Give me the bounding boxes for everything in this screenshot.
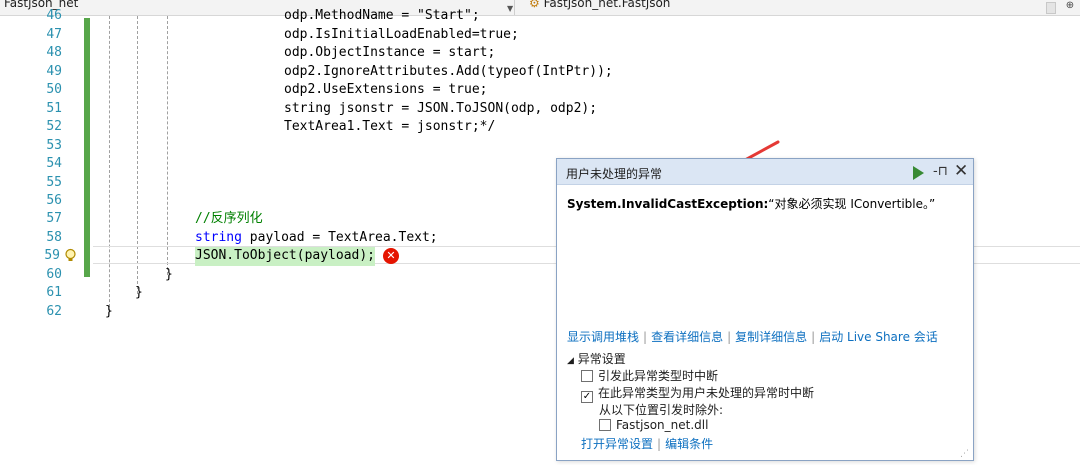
code-line: 49 odp2.IgnoreAttributes.Add(typeof(IntP… bbox=[0, 63, 1080, 82]
resize-grip-icon[interactable]: ⋰ bbox=[960, 449, 969, 459]
line-number: 54 bbox=[46, 156, 62, 171]
exception-type: System.InvalidCastException: bbox=[567, 197, 769, 211]
continue-play-icon[interactable] bbox=[913, 166, 924, 180]
code-line: 51 string jsonstr = JSON.ToJSON(odp, odp… bbox=[0, 100, 1080, 119]
line-number: 55 bbox=[46, 175, 62, 190]
exception-message: System.InvalidCastException:“对象必须实现 ICon… bbox=[567, 195, 935, 212]
settings-header-label: 异常设置 bbox=[577, 352, 626, 366]
break-when-thrown-option[interactable]: 引发此异常类型时中断 bbox=[581, 367, 718, 384]
line-number: 58 bbox=[46, 230, 62, 245]
lightbulb-icon[interactable] bbox=[63, 248, 78, 263]
keyword-string: string bbox=[195, 230, 242, 245]
current-statement: JSON.ToObject(payload); bbox=[195, 247, 376, 266]
popup-header: 用户未处理的异常 -⊓ ✕ bbox=[557, 159, 973, 185]
collapse-triangle-icon[interactable]: ◢ bbox=[567, 356, 574, 366]
code-line: 47 odp.IsInitialLoadEnabled=true; bbox=[0, 26, 1080, 45]
open-exception-settings-link[interactable]: 打开异常设置 bbox=[581, 437, 653, 451]
line-number: 49 bbox=[46, 64, 62, 79]
break-unhandled-label: 在此异常类型为用户未处理的异常时中断 bbox=[598, 386, 815, 400]
code-line: 50 odp2.UseExtensions = true; bbox=[0, 81, 1080, 100]
view-details-link[interactable]: 查看详细信息 bbox=[651, 330, 723, 344]
code-text: TextArea1.Text = jsonstr;*/ bbox=[284, 119, 496, 134]
exception-helper-popup: 用户未处理的异常 -⊓ ✕ System.InvalidCastExceptio… bbox=[556, 158, 974, 461]
close-icon[interactable]: ✕ bbox=[954, 161, 968, 181]
code-text: odp.IsInitialLoadEnabled=true; bbox=[284, 27, 519, 42]
popup-title: 用户未处理的异常 bbox=[566, 167, 663, 181]
break-thrown-checkbox[interactable] bbox=[581, 370, 593, 382]
code-text: odp.MethodName = "Start"; bbox=[284, 8, 480, 23]
line-number: 59 bbox=[44, 248, 60, 263]
code-text: } bbox=[135, 285, 143, 300]
edit-conditions-link[interactable]: 编辑条件 bbox=[665, 437, 713, 451]
line-number: 62 bbox=[46, 304, 62, 319]
show-call-stack-link[interactable]: 显示调用堆栈 bbox=[567, 330, 639, 344]
line-number: 61 bbox=[46, 285, 62, 300]
module-checkbox[interactable] bbox=[599, 419, 611, 431]
code-text: odp2.UseExtensions = true; bbox=[284, 82, 488, 97]
line-number: 51 bbox=[46, 101, 62, 116]
line-number: 52 bbox=[46, 119, 62, 134]
code-text: } bbox=[165, 267, 173, 282]
link-separator: | bbox=[643, 330, 648, 344]
popup-links: 显示调用堆栈 | 查看详细信息 | 复制详细信息 | 启动 Live Share 会话 bbox=[567, 328, 938, 345]
link-separator: | bbox=[657, 437, 662, 451]
line-number: 47 bbox=[46, 27, 62, 42]
line-number: 60 bbox=[46, 267, 62, 282]
code-line: 53 bbox=[0, 137, 1080, 156]
code-rest: payload = TextArea.Text; bbox=[249, 230, 438, 245]
code-line: 48 odp.ObjectInstance = start; bbox=[0, 44, 1080, 63]
code-text: odp2.IgnoreAttributes.Add(typeof(IntPtr)… bbox=[284, 64, 613, 79]
line-number: 46 bbox=[46, 8, 62, 23]
start-live-share-link[interactable]: 启动 Live Share 会话 bbox=[819, 330, 938, 344]
copy-details-link[interactable]: 复制详细信息 bbox=[735, 330, 807, 344]
error-icon[interactable]: ✕ bbox=[383, 248, 399, 264]
exception-settings-header[interactable]: ◢ 异常设置 bbox=[567, 350, 626, 367]
module-label: Fastjson_net.dll bbox=[616, 418, 709, 432]
line-number: 57 bbox=[46, 211, 62, 226]
code-text: } bbox=[105, 304, 113, 319]
link-separator: | bbox=[811, 330, 816, 344]
popup-footer-links: 打开异常设置 | 编辑条件 bbox=[581, 435, 713, 452]
link-separator: | bbox=[727, 330, 732, 344]
break-unhandled-checkbox[interactable]: ✓ bbox=[581, 391, 593, 403]
line-number: 56 bbox=[46, 193, 62, 208]
break-thrown-label: 引发此异常类型时中断 bbox=[598, 369, 719, 383]
code-text: string jsonstr = JSON.ToJSON(odp, odp2); bbox=[284, 101, 598, 116]
module-exception-option[interactable]: Fastjson_net.dll bbox=[599, 418, 708, 432]
code-line: 52 TextArea1.Text = jsonstr;*/ bbox=[0, 118, 1080, 137]
pin-icon[interactable]: -⊓ bbox=[933, 164, 948, 179]
code-text: string payload = TextArea.Text; bbox=[195, 229, 438, 248]
line-number: 48 bbox=[46, 45, 62, 60]
comment-text: //反序列化 bbox=[195, 211, 263, 226]
except-from-label: 从以下位置引发时除外: bbox=[599, 403, 724, 417]
code-text: odp.ObjectInstance = start; bbox=[284, 45, 496, 60]
line-number: 53 bbox=[46, 138, 62, 153]
line-number: 50 bbox=[46, 82, 62, 97]
code-line: 46 odp.MethodName = "Start"; bbox=[0, 7, 1080, 26]
exception-text: “对象必须实现 IConvertible。” bbox=[768, 197, 936, 211]
